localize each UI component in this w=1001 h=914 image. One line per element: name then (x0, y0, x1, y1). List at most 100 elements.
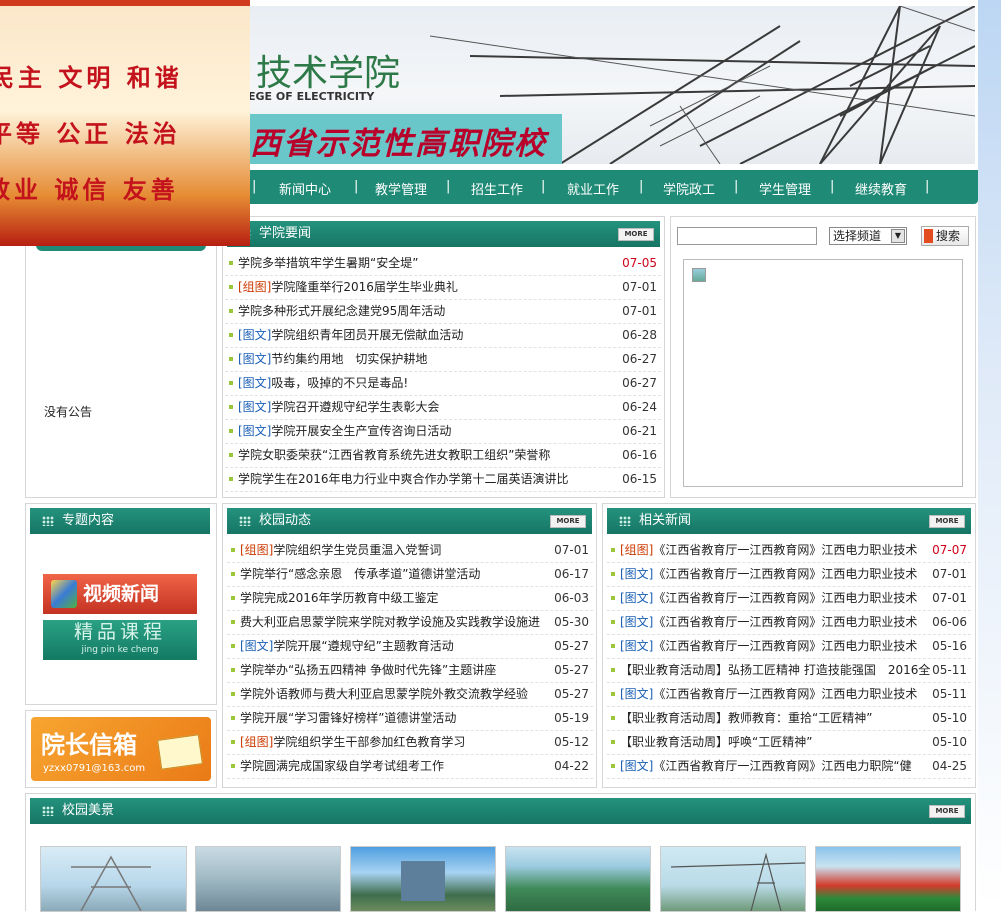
bullet-icon (229, 356, 233, 361)
gallery-photo-lab[interactable] (195, 846, 341, 912)
item-title[interactable]: 学院开展“学习雷锋好榜样”道德讲堂活动 (240, 711, 456, 725)
president-mailbox-banner[interactable]: 院长信箱 yzxx0791@163.com (31, 717, 211, 781)
more-button[interactable]: MORE (929, 515, 965, 528)
item-title[interactable]: 节约集约用地 切实保护耕地 (271, 352, 427, 366)
list-item[interactable]: [图文]吸毒，吸掉的不只是毒品! 06-27 (225, 371, 661, 396)
list-item[interactable]: [图文]《江西省教育厅一江西教育网》江西电力职业技术 05-11 (607, 682, 971, 707)
gallery-photo-sports-field[interactable] (815, 846, 961, 912)
ad-top-band (0, 0, 250, 6)
item-title[interactable]: 学院开展安全生产宣传咨询日活动 (271, 424, 451, 438)
list-item[interactable]: [图文]学院开展“遵规守纪”主题教育活动 05-27 (227, 634, 593, 659)
item-title[interactable]: 《江西省教育厅一江西教育网》江西电力职业技术 (653, 567, 917, 581)
item-title[interactable]: 吸毒，吸掉的不只是毒品! (271, 376, 408, 390)
more-button[interactable]: MORE (929, 805, 965, 818)
list-item[interactable]: [图文]学院组织青年团员开展无偿献血活动 06-28 (225, 323, 661, 348)
item-title[interactable]: 学院多举措筑牢学生暑期“安全堤” (238, 256, 418, 270)
quality-course-banner[interactable]: 精品课程 jing pin ke cheng (43, 620, 197, 660)
item-title[interactable]: 学院开展“遵规守纪”主题教育活动 (273, 639, 453, 653)
gallery-photo-power-tower[interactable] (40, 846, 187, 912)
campus-news-titlebar: 校园动态 MORE (227, 508, 592, 534)
search-button[interactable]: 搜索 (921, 226, 969, 246)
list-item[interactable]: [组图]学院组织学生干部参加红色教育学习 05-12 (227, 730, 593, 755)
item-title[interactable]: 《江西省教育厅一江西教育网》江西电力职业技术 (653, 591, 917, 605)
item-title[interactable]: 学院召开遵规守纪学生表彰大会 (271, 400, 439, 414)
list-item[interactable]: 学院女职委荣获“江西省教育系统先进女教职工组织”荣誉称 06-16 (225, 443, 661, 468)
list-item[interactable]: 费大利亚启思蒙学院来学院对教学设施及实践教学设施进 05-30 (227, 610, 593, 635)
list-item[interactable]: [图文]《江西省教育厅一江西教育网》江西电力职院“健 04-25 (607, 754, 971, 779)
item-date: 05-27 (554, 639, 589, 653)
item-title[interactable]: 学院完成2016年学历教育中级工鉴定 (240, 591, 439, 605)
search-input[interactable] (677, 227, 817, 245)
list-item[interactable]: 学院完成2016年学历教育中级工鉴定 06-03 (227, 586, 593, 611)
list-item[interactable]: [图文]《江西省教育厅一江西教育网》江西电力职业技术 05-16 (607, 634, 971, 659)
list-item[interactable]: 【职业教育活动周】弘扬工匠精神 打造技能强国 2016全 05-11 (607, 658, 971, 683)
item-tag: [组图] (238, 280, 272, 294)
item-title[interactable]: 学院组织学生党员重温入党誓词 (273, 543, 441, 557)
item-title[interactable]: 费大利亚启思蒙学院来学院对教学设施及实践教学设施进 (240, 615, 540, 629)
item-title[interactable]: 学院圆满完成国家级自学考试组考工作 (240, 759, 444, 773)
list-item[interactable]: 学院圆满完成国家级自学考试组考工作 04-22 (227, 754, 593, 779)
nav-item-continuing-edu[interactable]: 继续教育 (855, 179, 907, 198)
school-news-panel: 学院要闻 MORE 学院多举措筑牢学生暑期“安全堤” 07-05 [组图]学院隆重举… (222, 216, 665, 498)
list-item[interactable]: [图文]学院开展安全生产宣传咨询日活动 06-21 (225, 419, 661, 444)
item-title[interactable]: 【职业教育活动周】弘扬工匠精神 打造技能强国 2016全 (620, 663, 930, 677)
nav-item-students[interactable]: 学生管理 (759, 179, 811, 198)
channel-select[interactable]: 选择频道 ▼ (829, 227, 907, 245)
related-news-titlebar: 相关新闻 MORE (607, 508, 971, 534)
item-title[interactable]: 《江西省教育厅一江西教育网》江西电力职业技术 (653, 615, 917, 629)
list-item[interactable]: [图文]《江西省教育厅一江西教育网》江西电力职业技术 06-06 (607, 610, 971, 635)
list-item[interactable]: 学院学生在2016年电力行业中爽合作办学第十二届英语演讲比 06-15 (225, 467, 661, 492)
list-item[interactable]: 学院外语教师与费大利亚启思蒙学院外教交流教学经验 05-27 (227, 682, 593, 707)
item-tag: [图文] (620, 759, 654, 773)
item-title[interactable]: 学院学生在2016年电力行业中爽合作办学第十二届英语演讲比 (238, 472, 569, 486)
item-title[interactable]: 学院多种形式开展纪念建党95周年活动 (238, 304, 445, 318)
more-button[interactable]: MORE (550, 515, 586, 528)
item-title[interactable]: 【职业教育活动周】呼唤“工匠精神” (620, 735, 812, 749)
list-item[interactable]: [图文]《江西省教育厅一江西教育网》江西电力职业技术 07-01 (607, 562, 971, 587)
item-title[interactable]: 学院组织青年团员开展无偿献血活动 (271, 328, 463, 342)
list-item[interactable]: [组图]学院组织学生党员重温入党誓词 07-01 (227, 538, 593, 563)
item-title[interactable]: 《江西省教育厅一江西教育网》江西电力职院“健 (653, 759, 911, 773)
bullet-icon (611, 763, 615, 768)
title-dots-icon (42, 805, 54, 816)
bullet-icon (611, 643, 615, 648)
item-title[interactable]: 《江西省教育厅一江西教育网》江西电力职业技术 (653, 639, 917, 653)
list-item[interactable]: [组图]学院隆重举行2016届学生毕业典礼 07-01 (225, 275, 661, 300)
item-title[interactable]: 学院隆重举行2016届学生毕业典礼 (271, 280, 458, 294)
gallery-photo-substation[interactable] (660, 846, 806, 912)
item-title[interactable]: 学院举行“感念亲恩 传承孝道”道德讲堂活动 (240, 567, 480, 581)
item-title[interactable]: 学院外语教师与费大利亚启思蒙学院外教交流教学经验 (240, 687, 528, 701)
gallery-photo-campus-building[interactable] (350, 846, 496, 912)
item-title[interactable]: 学院女职委荣获“江西省教育系统先进女教职工组织”荣誉称 (238, 448, 550, 462)
item-date: 05-19 (554, 711, 589, 725)
bullet-icon (229, 284, 233, 289)
list-item[interactable]: [图文]节约集约用地 切实保护耕地 06-27 (225, 347, 661, 372)
item-title[interactable]: 学院组织学生干部参加红色教育学习 (273, 735, 465, 749)
gallery-photo-aerial-campus[interactable] (505, 846, 651, 912)
nav-item-admissions[interactable]: 招生工作 (471, 179, 523, 198)
item-title[interactable]: 学院举办“弘扬五四精神 争做时代先锋”主题讲座 (240, 663, 496, 677)
list-item[interactable]: [图文]《江西省教育厅一江西教育网》江西电力职业技术 07-01 (607, 586, 971, 611)
item-title[interactable]: 《江西省教育厅一江西教育网》江西电力职业技术 (653, 543, 917, 557)
list-item[interactable]: [组图]《江西省教育厅一江西教育网》江西电力职业技术 07-07 (607, 538, 971, 563)
list-item[interactable]: 学院开展“学习雷锋好榜样”道德讲堂活动 05-19 (227, 706, 593, 731)
list-item[interactable]: 学院举办“弘扬五四精神 争做时代先锋”主题讲座 05-27 (227, 658, 593, 683)
list-item[interactable]: 【职业教育活动周】教师教育：重拾“工匠精神” 05-10 (607, 706, 971, 731)
list-item[interactable]: [图文]学院召开遵规守纪学生表彰大会 06-24 (225, 395, 661, 420)
item-title[interactable]: 【职业教育活动周】教师教育：重拾“工匠精神” (620, 711, 872, 725)
list-item[interactable]: 学院多举措筑牢学生暑期“安全堤” 07-05 (225, 251, 661, 276)
floating-ad[interactable]: 民主 文明 和谐 平等 公正 法治 敬业 诚信 友善 (0, 0, 250, 246)
item-date: 06-17 (554, 567, 589, 581)
more-button[interactable]: MORE (618, 228, 654, 241)
nav-item-employment[interactable]: 就业工作 (567, 179, 619, 198)
list-item[interactable]: 【职业教育活动周】呼唤“工匠精神” 05-10 (607, 730, 971, 755)
item-tag: [图文] (238, 352, 272, 366)
item-title[interactable]: 《江西省教育厅一江西教育网》江西电力职业技术 (653, 687, 917, 701)
nav-item-politics[interactable]: 学院政工 (663, 179, 715, 198)
video-news-banner[interactable]: 视频新闻 (43, 574, 197, 614)
list-item[interactable]: 学院举行“感念亲恩 传承孝道”道德讲堂活动 06-17 (227, 562, 593, 587)
nav-item-teaching[interactable]: 教学管理 (375, 179, 427, 198)
ad-slogan-row: 民主 文明 和谐 (0, 63, 183, 92)
nav-item-news-center[interactable]: 新闻中心 (279, 179, 331, 198)
list-item[interactable]: 学院多种形式开展纪念建党95周年活动 07-01 (225, 299, 661, 324)
